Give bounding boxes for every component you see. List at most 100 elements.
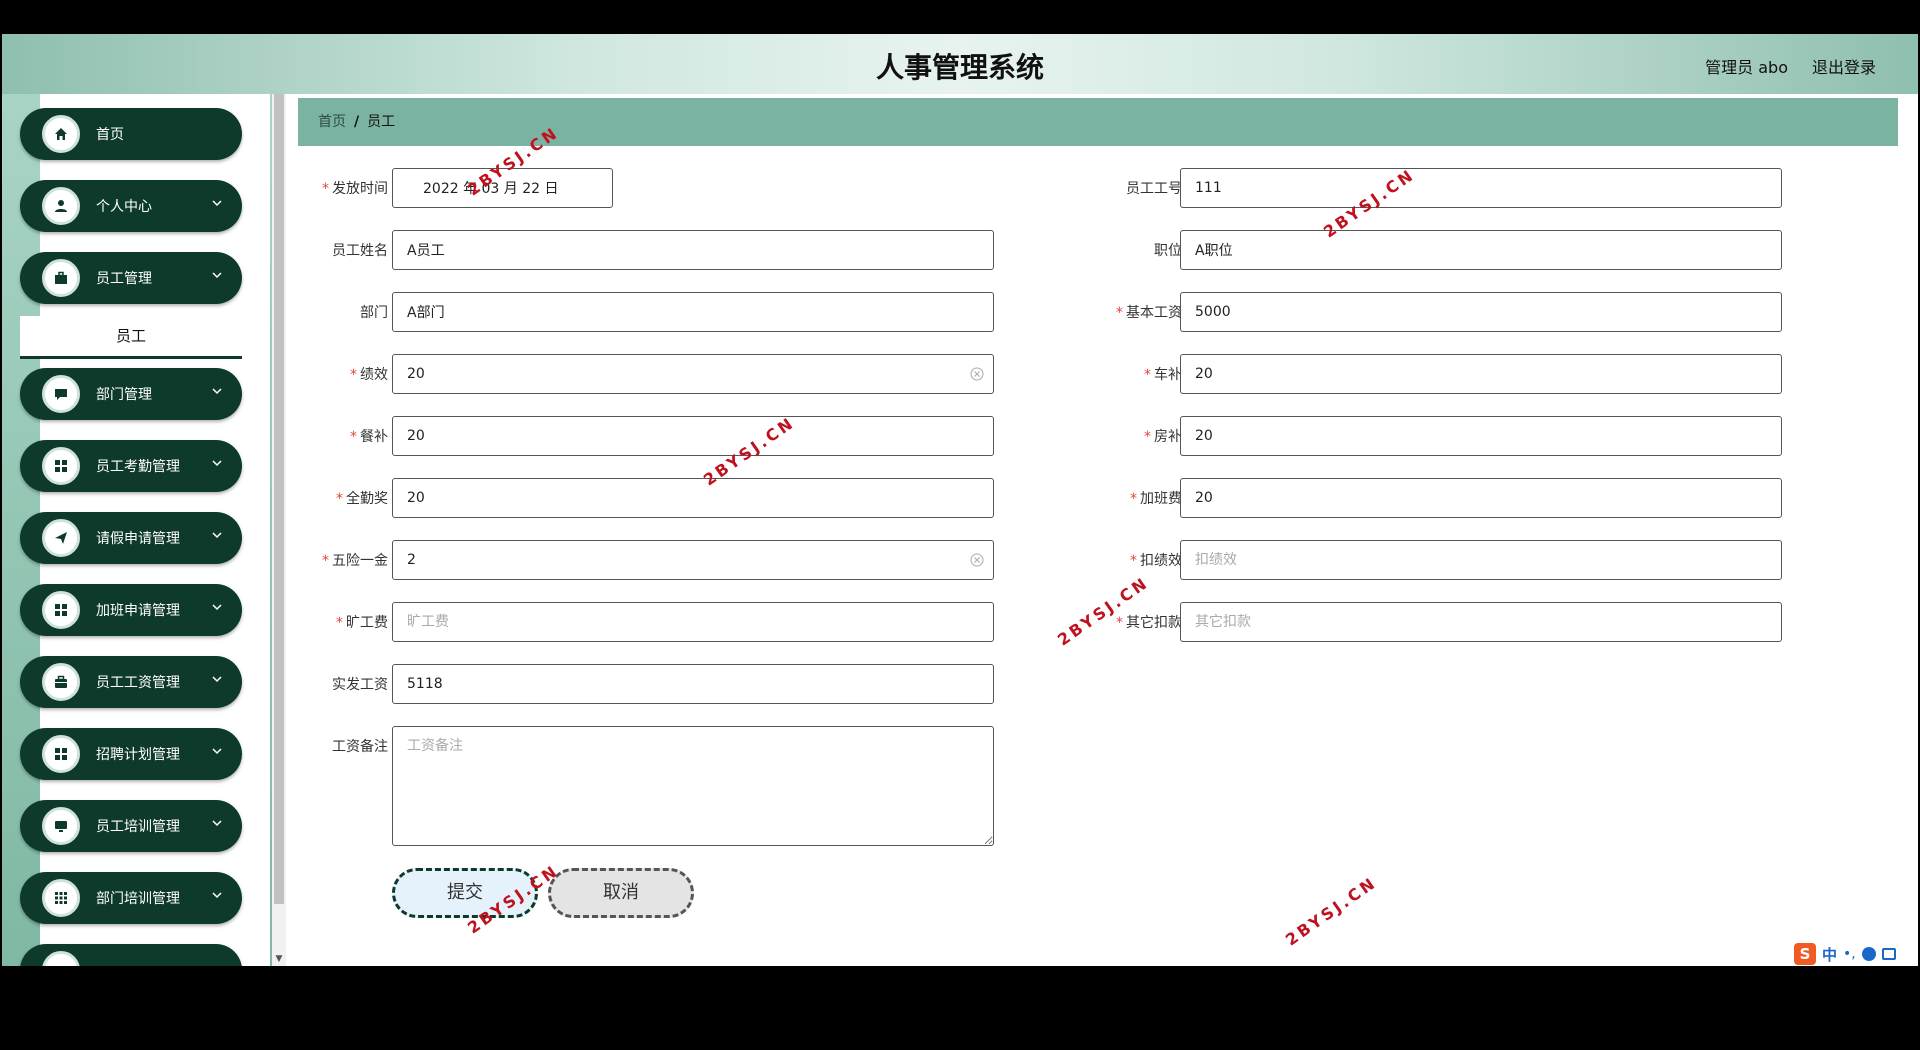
- base-salary-input[interactable]: [1180, 292, 1782, 332]
- sidebar-item-emp-training-mgmt[interactable]: 员工培训管理: [20, 800, 242, 852]
- attendance-bonus-input[interactable]: [392, 478, 994, 518]
- meal-allowance-label: * 餐补: [350, 429, 388, 445]
- scrollbar-thumb[interactable]: [274, 94, 284, 904]
- emoji-icon[interactable]: [1861, 947, 1876, 961]
- chevron-down-icon: [212, 820, 222, 827]
- apps-icon: [42, 879, 80, 917]
- toolbox-icon: [42, 663, 80, 701]
- monitor-icon: [42, 807, 80, 845]
- remark-textarea[interactable]: [392, 726, 994, 846]
- emp-name-label: 员工姓名: [332, 243, 388, 259]
- paper-plane-icon: [42, 519, 80, 557]
- clear-icon[interactable]: [970, 553, 984, 567]
- keyboard-icon[interactable]: [1881, 948, 1896, 960]
- sidebar-subitem-employee[interactable]: 员工: [20, 316, 242, 359]
- cancel-button[interactable]: 取消: [548, 868, 694, 918]
- sidebar-item-label: 请假申请管理: [96, 531, 180, 547]
- sidebar-item-department-mgmt[interactable]: 部门管理: [20, 368, 242, 420]
- menu-icon: [42, 951, 80, 966]
- clear-icon[interactable]: [970, 367, 984, 381]
- scroll-down-arrow-icon[interactable]: ▼: [272, 954, 286, 966]
- car-allowance-label: * 车补: [1144, 367, 1182, 383]
- remark-label: 工资备注: [332, 739, 388, 755]
- housing-allowance-input[interactable]: [1180, 416, 1782, 456]
- absence-fee-label: * 旷工费: [336, 615, 388, 631]
- breadcrumb-current: 员工: [367, 114, 396, 130]
- perf-deduction-input[interactable]: [1180, 540, 1782, 580]
- issue-time-label: * 发放时间: [322, 181, 388, 197]
- insurance-label: * 五险一金: [322, 553, 388, 569]
- sidebar-item-label: 部门管理: [96, 387, 152, 403]
- ime-toolbar[interactable]: S 中 •,: [1788, 942, 1918, 966]
- car-allowance-input[interactable]: [1180, 354, 1782, 394]
- chevron-down-icon: [212, 676, 222, 683]
- emp-no-input[interactable]: [1180, 168, 1782, 208]
- chat-icon: [42, 375, 80, 413]
- chevron-up-icon: [212, 272, 222, 279]
- chevron-down-icon: [212, 200, 222, 207]
- chevron-down-icon: [212, 388, 222, 395]
- sidebar-item-employee-mgmt[interactable]: 员工管理: [20, 252, 242, 304]
- chevron-down-icon: [212, 892, 222, 899]
- sidebar-item-label: 个人中心: [96, 199, 152, 215]
- sidebar-item-label: 加班申请管理: [96, 603, 180, 619]
- grid-icon: [42, 735, 80, 773]
- sidebar-item-label: 部门培训管理: [96, 891, 180, 907]
- housing-allowance-label: * 房补: [1144, 429, 1182, 445]
- sidebar-item-recruit-mgmt[interactable]: 招聘计划管理: [20, 728, 242, 780]
- sidebar-item-label: 首页: [96, 127, 124, 143]
- sidebar-item-label: 员工考勤管理: [96, 459, 180, 475]
- other-deduction-input[interactable]: [1180, 602, 1782, 642]
- performance-input[interactable]: [392, 354, 994, 394]
- sidebar-item-attendance-mgmt[interactable]: 员工考勤管理: [20, 440, 242, 492]
- chevron-down-icon: [212, 748, 222, 755]
- grid-icon: [42, 447, 80, 485]
- department-label: 部门: [360, 305, 388, 321]
- sidebar-item-label: 招聘计划管理: [96, 747, 180, 763]
- sidebar-item-overtime-mgmt[interactable]: 加班申请管理: [20, 584, 242, 636]
- user-icon: [42, 187, 80, 225]
- breadcrumb-separator: /: [354, 114, 360, 130]
- sidebar-item-label: 员工管理: [96, 271, 152, 287]
- main-content: 首页 / 员工 *发放时间 员工工号 员工姓名 职位 部门 *基本工资 *绩效 *车…: [286, 94, 1918, 966]
- net-salary-input[interactable]: [392, 664, 994, 704]
- ime-logo-icon: S: [1794, 943, 1816, 965]
- overtime-pay-input[interactable]: [1180, 478, 1782, 518]
- chevron-down-icon: [212, 532, 222, 539]
- briefcase-icon: [42, 259, 80, 297]
- emp-name-input[interactable]: [392, 230, 994, 270]
- current-user: 管理员 abo: [1705, 58, 1788, 77]
- sidebar: 首页 个人中心 员工管理 员工 部门管理 员工考勤管理 请假申请管理 加班申请管…: [2, 94, 272, 966]
- header: 人事管理系统 管理员 abo 退出登录: [2, 34, 1918, 94]
- home-icon: [42, 115, 80, 153]
- attendance-bonus-label: * 全勤奖: [336, 491, 388, 507]
- breadcrumb-home[interactable]: 首页: [318, 114, 346, 130]
- base-salary-label: * 基本工资: [1116, 305, 1182, 321]
- sidebar-item-home[interactable]: 首页: [20, 108, 242, 160]
- sidebar-item-salary-mgmt[interactable]: 员工工资管理: [20, 656, 242, 708]
- sidebar-item-dept-training-mgmt[interactable]: 部门培训管理: [20, 872, 242, 924]
- overtime-pay-label: * 加班费: [1130, 491, 1182, 507]
- punctuation-icon[interactable]: •,: [1843, 946, 1856, 962]
- performance-label: * 绩效: [350, 367, 388, 383]
- chevron-down-icon: [212, 460, 222, 467]
- grid-icon: [42, 591, 80, 629]
- logout-link[interactable]: 退出登录: [1812, 54, 1876, 78]
- department-input[interactable]: [392, 292, 994, 332]
- position-label: 职位: [1154, 243, 1182, 259]
- sidebar-item-leave-mgmt[interactable]: 请假申请管理: [20, 512, 242, 564]
- ime-language[interactable]: 中: [1822, 944, 1837, 965]
- sidebar-item-profile[interactable]: 个人中心: [20, 180, 242, 232]
- absence-fee-input[interactable]: [392, 602, 994, 642]
- sidebar-item-more[interactable]: [20, 944, 242, 966]
- emp-no-label: 员工工号: [1126, 181, 1182, 197]
- chevron-down-icon: [212, 604, 222, 611]
- sidebar-item-label: 员工培训管理: [96, 819, 180, 835]
- perf-deduction-label: * 扣绩效: [1130, 553, 1182, 569]
- meal-allowance-input[interactable]: [392, 416, 994, 456]
- position-input[interactable]: [1180, 230, 1782, 270]
- page-title: 人事管理系统: [875, 51, 1044, 84]
- insurance-input[interactable]: [392, 540, 994, 580]
- net-salary-label: 实发工资: [332, 677, 388, 693]
- sidebar-scrollbar[interactable]: ▼: [272, 94, 286, 966]
